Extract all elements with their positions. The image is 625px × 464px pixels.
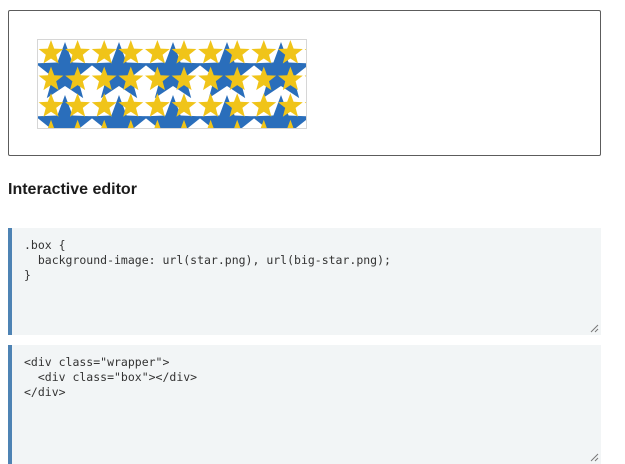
section-heading: Interactive editor [8,181,137,198]
css-editor[interactable]: .box { background-image: url(star.png), … [8,228,601,335]
box-element [37,39,307,129]
html-line: </div> [24,385,66,399]
html-line: <div class="box"></div> [24,370,198,384]
resize-grip-icon[interactable] [589,323,599,333]
small-star-icon [251,40,277,64]
small-star-icon [251,93,277,117]
small-star-icon [304,48,306,51]
css-line: .box { [24,238,66,252]
resize-grip-icon[interactable] [589,452,599,462]
small-star-icon [145,93,170,117]
output-preview [8,10,601,156]
small-star-icon [198,93,223,117]
small-star-icon [304,102,306,104]
css-line: } [24,268,31,282]
html-editor[interactable]: <div class="wrapper"> <div class="box"><… [8,345,601,464]
css-code[interactable]: .box { background-image: url(star.png), … [12,228,601,283]
small-star-icon [304,75,306,77]
background-pattern [38,40,306,128]
html-code[interactable]: <div class="wrapper"> <div class="box"><… [12,345,601,400]
small-star-icon [305,120,306,128]
html-line: <div class="wrapper"> [24,355,170,369]
small-star-icon [198,40,223,64]
css-line: background-image: url(star.png), url(big… [24,253,391,267]
small-star-icon [145,40,170,64]
